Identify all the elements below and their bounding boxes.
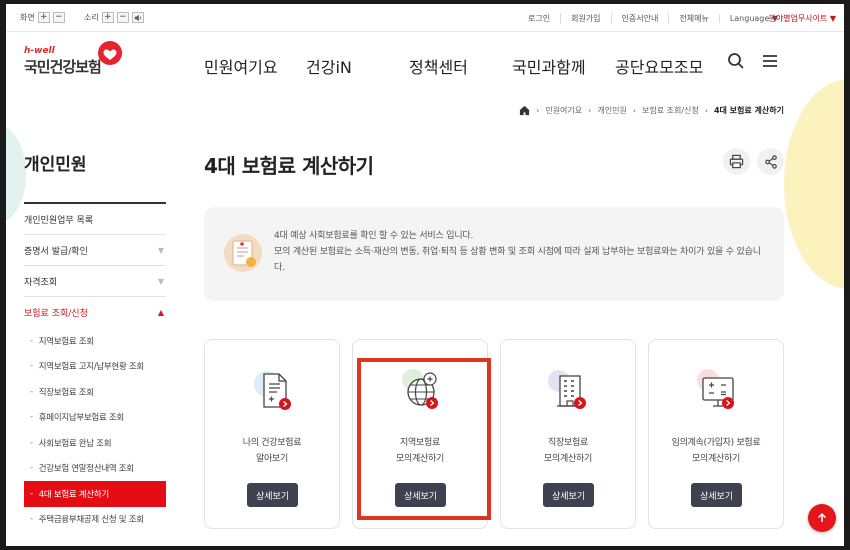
screen-label: 화면	[20, 13, 35, 22]
search-icon[interactable]	[726, 51, 746, 71]
browser-page: 화면 + − 소리 + − 로그인 회원가입 인증서안내 전체메뉴 Langua…	[6, 4, 844, 546]
sidebar-item-list[interactable]: 개인민원업무 목록	[24, 204, 166, 235]
heart-logo-icon	[98, 41, 122, 65]
signup-link[interactable]: 회원가입	[560, 13, 610, 24]
card-label: 직장보험료 모의계산하기	[544, 438, 592, 465]
print-icon	[729, 154, 744, 169]
sidebar-item-label: 자격조회	[24, 277, 58, 288]
sidebar-subitem[interactable]: - 사회보험료 완납 조회	[24, 430, 166, 456]
card-workplace-premium[interactable]: 직장보험료 모의계산하기 상세보기	[500, 339, 636, 529]
info-line: 4대 예상 사회보험료를 확인 할 수 있는 서비스 입니다.	[274, 231, 474, 241]
sound-up-button[interactable]: +	[101, 12, 114, 23]
share-button[interactable]	[757, 148, 784, 175]
screen-zoom-out-button[interactable]: −	[52, 12, 65, 23]
home-icon[interactable]	[519, 105, 530, 116]
sidebar-item-qualification[interactable]: 자격조회 ▼	[24, 266, 166, 297]
document-icon	[224, 234, 262, 272]
certificate-link[interactable]: 인증서안내	[610, 13, 669, 24]
sidebar-menu: 개인민원업무 목록 증명서 발급/확인 ▼ 자격조회 ▼ 보험료 조회/신청 ▲…	[24, 204, 166, 532]
nav-item-policy-center[interactable]: 정책센터	[409, 54, 468, 78]
nav-item-about[interactable]: 공단요모조모	[615, 54, 703, 78]
nav-item-minwon[interactable]: 민원여기요	[204, 54, 278, 78]
sidebar-subitem[interactable]: - 지역보험료 조회	[24, 328, 166, 354]
login-link[interactable]: 로그인	[518, 13, 560, 24]
speaker-icon[interactable]	[131, 12, 144, 23]
arrow-up-icon	[817, 512, 827, 522]
monitor-calculator-icon	[697, 369, 734, 409]
sidebar-item-label: 증명서 발급/확인	[24, 246, 88, 257]
sidebar-subitem[interactable]: - 지역보험료 고지/납부현황 조회	[24, 354, 166, 380]
info-text: 4대 예상 사회보험료를 확인 할 수 있는 서비스 입니다. 모의 계산된 보…	[274, 229, 764, 276]
chevron-down-icon: ▼	[157, 245, 164, 255]
share-icon	[764, 154, 777, 169]
sidebar-subitem[interactable]: - 휴페이지납부보험료 조회	[24, 405, 166, 431]
all-menu-link[interactable]: 전체메뉴	[668, 13, 718, 24]
nav-item-with-people[interactable]: 국민과함께	[512, 54, 586, 78]
page-title: 4대 보험료 계산하기	[204, 154, 374, 178]
breadcrumb-current: 4대 보험료 계산하기	[713, 106, 784, 115]
detail-button[interactable]: 상세보기	[247, 483, 298, 507]
breadcrumb-item[interactable]: 개인민원	[597, 105, 626, 116]
nav-item-health-in[interactable]: 건강iN	[306, 54, 352, 78]
info-box: 4대 예상 사회보험료를 확인 할 수 있는 서비스 입니다. 모의 계산된 보…	[204, 207, 784, 301]
screen-zoom-in-button[interactable]: +	[37, 12, 50, 23]
document-calculator-icon	[254, 371, 291, 410]
detail-button[interactable]: 상세보기	[691, 483, 742, 507]
card-voluntary-premium[interactable]: 임의계속(가입자) 보험료 모의계산하기 상세보기	[648, 339, 784, 529]
department-sites-select[interactable]: 분야별업무사이트 ▼	[768, 13, 836, 24]
card-label: 임의계속(가입자) 보험료 모의계산하기	[671, 438, 761, 465]
sidebar-subitem[interactable]: - 건강보험 연말정산내역 조회	[24, 456, 166, 482]
breadcrumb: › 민원여기요 › 개인민원 › 보험료 조회/신청 › 4대 보험료 계산하기	[519, 105, 784, 116]
sidebar-subitem[interactable]: - 직장보험료 조회	[24, 379, 166, 405]
sidebar-subitem[interactable]: - 주택금융부채공제 신청 및 조회	[24, 507, 166, 533]
sidebar-item-label: 개인민원업무 목록	[24, 215, 94, 226]
card-label: 나의 건강보험료 알아보기	[242, 438, 302, 465]
selection-highlight-box	[357, 358, 491, 520]
decorative-shape-right	[784, 79, 844, 289]
breadcrumb-item[interactable]: 민원여기요	[545, 105, 582, 116]
site-logo[interactable]: h-well 국민건강보험	[24, 41, 122, 77]
sound-down-button[interactable]: −	[116, 12, 129, 23]
sidebar-subitem-active[interactable]: -4대 보험료 계산하기	[24, 481, 166, 507]
sidebar-item-label: 보험료 조회/신청	[24, 309, 88, 319]
logo-hwell: h-well	[24, 46, 55, 56]
sidebar-item-certificate[interactable]: 증명서 발급/확인 ▼	[24, 235, 166, 266]
print-button[interactable]	[723, 148, 750, 175]
decorative-shape-left	[6, 124, 26, 224]
utility-links: 로그인 회원가입 인증서안내 전체메뉴 Language ▼	[518, 13, 788, 24]
info-line: 모의 계산된 보험료는 소득·재산의 변동, 취업·퇴직 등 상황 변화 및 조…	[274, 246, 761, 273]
breadcrumb-item[interactable]: 보험료 조회/신청	[642, 105, 699, 116]
sound-label: 소리	[84, 13, 99, 22]
sidebar-item-premium[interactable]: 보험료 조회/신청 ▲	[24, 297, 166, 328]
utility-bar: 화면 + − 소리 + − 로그인 회원가입 인증서안내 전체메뉴 Langua…	[6, 4, 844, 32]
building-icon	[548, 370, 586, 409]
screen-zoom-control: 화면 + −	[20, 12, 65, 23]
sound-control: 소리 + −	[84, 12, 144, 23]
scroll-to-top-button[interactable]	[808, 504, 836, 532]
detail-button[interactable]: 상세보기	[543, 483, 594, 507]
hamburger-menu-icon[interactable]	[760, 51, 780, 71]
logo-name: 국민건강보험	[24, 58, 102, 76]
chevron-down-icon: ▼	[157, 276, 164, 286]
card-my-health-premium[interactable]: 나의 건강보험료 알아보기 상세보기	[204, 339, 340, 529]
chevron-up-icon: ▲	[157, 308, 164, 317]
sidebar-title: 개인민원	[24, 155, 87, 175]
